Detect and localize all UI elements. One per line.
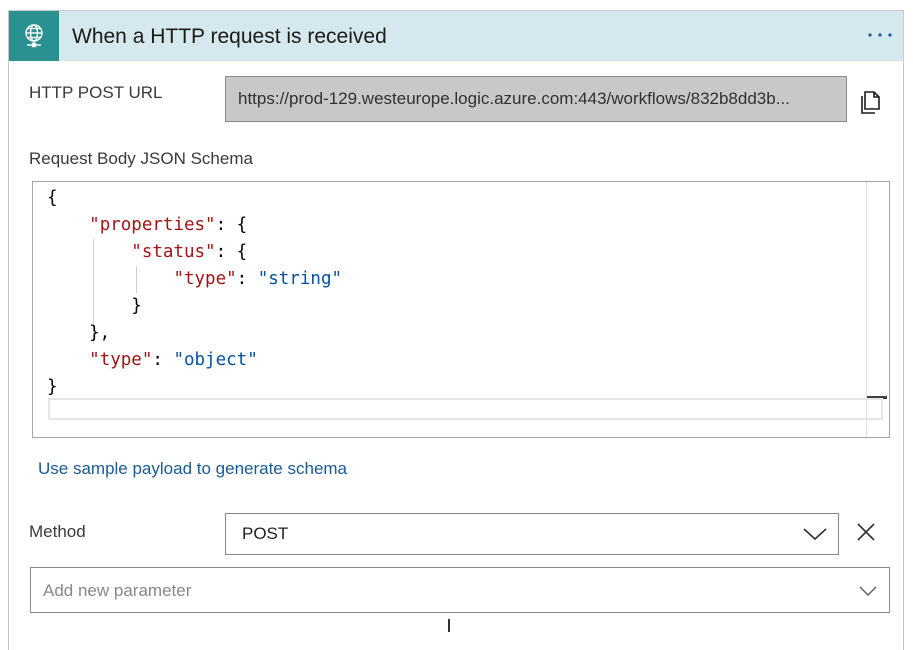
code-line: }: [47, 296, 142, 316]
sample-payload-link[interactable]: Use sample payload to generate schema: [38, 459, 347, 479]
editor-input-line[interactable]: [48, 398, 883, 420]
schema-code[interactable]: { "properties": { "status": { "type": "s…: [47, 185, 342, 401]
code-line: "type": "string": [173, 269, 343, 289]
code-line: {: [47, 188, 58, 208]
code-line: }: [47, 377, 58, 397]
card-title: When a HTTP request is received: [72, 25, 387, 48]
drag-handle: [448, 619, 450, 632]
schema-editor[interactable]: { "properties": { "status": { "type": "s…: [32, 181, 890, 438]
method-select[interactable]: POST: [225, 513, 839, 555]
method-select-value: POST: [242, 524, 289, 543]
schema-label: Request Body JSON Schema: [29, 149, 253, 168]
code-line: "properties": {: [89, 215, 248, 235]
code-line: },: [47, 323, 111, 343]
code-line: "status": {: [131, 242, 248, 262]
copy-icon[interactable]: [857, 88, 885, 116]
close-icon[interactable]: [851, 517, 881, 547]
add-parameter-placeholder: Add new parameter: [43, 581, 192, 600]
method-label: Method: [29, 522, 86, 541]
card-header[interactable]: When a HTTP request is received: [9, 11, 903, 61]
http-post-url-field[interactable]: https://prod-129.westeurope.logic.azure.…: [225, 76, 847, 122]
add-parameter-dropdown[interactable]: Add new parameter: [30, 567, 890, 613]
ellipsis-icon[interactable]: [865, 21, 895, 49]
globe-network-icon: [9, 11, 59, 61]
chevron-down-icon[interactable]: [857, 580, 879, 602]
http-post-url-label: HTTP POST URL: [29, 83, 163, 102]
chevron-down-icon[interactable]: [792, 514, 838, 554]
code-line: "type": "object": [89, 350, 258, 370]
trigger-card: When a HTTP request is received HTTP POS…: [8, 10, 904, 650]
